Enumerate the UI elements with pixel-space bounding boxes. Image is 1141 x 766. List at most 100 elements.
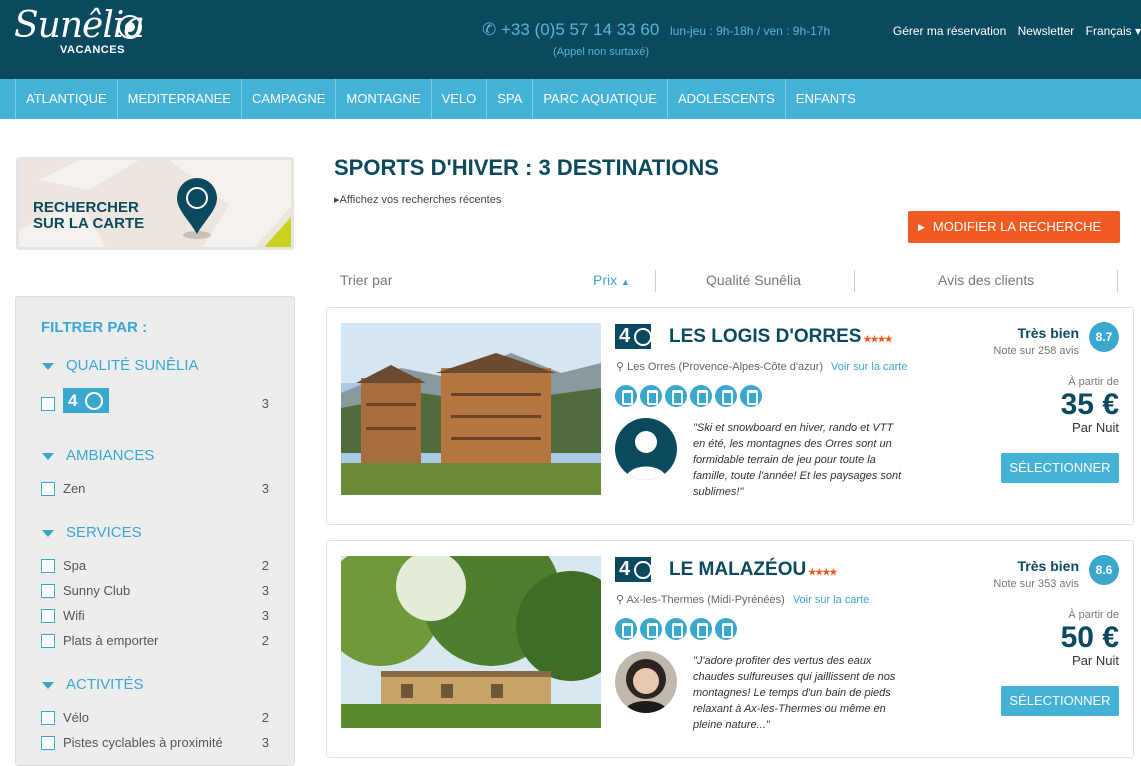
nav-item-montagne[interactable]: MONTAGNE [336,79,432,119]
result-card: 4 LES LOGIS D'ORRES ★★★★ ⚲ Les Orres (Pro… [326,307,1134,525]
checkbox[interactable] [41,559,55,573]
sort-divider [1117,270,1118,292]
nav-item-mediterranee[interactable]: MEDITERRANEE [118,79,242,119]
resort-photo[interactable] [341,323,601,495]
filter-section-qualite[interactable]: QUALITÉ SUNÊLIA [42,357,199,374]
sort-quality[interactable]: Qualité Sunêlia [706,272,801,288]
ski-icon [715,618,737,640]
nav-item-spa[interactable]: SPA [487,79,534,119]
checkbox[interactable] [41,736,55,750]
checkbox[interactable] [41,634,55,648]
checkbox[interactable] [41,711,55,725]
filter-item-grade-4[interactable]: 4 3 [41,388,269,414]
walking-icon [690,618,712,640]
select-button[interactable]: SÉLECTIONNER [1001,453,1119,483]
filter-item-plats[interactable]: Plats à emporter 2 [41,633,269,651]
recent-searches-link[interactable]: Affichez vos recherches récentes [334,193,502,206]
filter-section-services[interactable]: SERVICES [42,524,142,541]
filter-count: 2 [261,558,269,573]
grade-badge: 4 [615,557,652,582]
filter-item-velo[interactable]: Vélo 2 [41,710,269,728]
nav-item-parc-aquatique[interactable]: PARC AQUATIQUE [533,79,668,119]
checkbox[interactable] [41,397,55,411]
family-icon [690,385,712,407]
nav-item-velo[interactable]: VELO [432,79,488,119]
hiking-icon [615,618,637,640]
resort-name[interactable]: LE MALAZÉOU ★★★★ [669,559,838,581]
hiking-icon [615,385,637,407]
filter-item-zen[interactable]: Zen 3 [41,481,269,499]
filter-count: 3 [261,396,269,411]
sort-bar: Trier par Prix ▲ Qualité Sunêlia Avis de… [334,270,1121,292]
phone-icon: ✆ [482,20,497,39]
spa-icon [640,618,662,640]
resort-name[interactable]: LES LOGIS D'ORRES ★★★★ [669,326,893,348]
rating-count: Note sur 258 avis [993,345,1079,357]
filter-item-pistes[interactable]: Pistes cyclables à proximité 3 [41,735,269,753]
nav-item-adolescents[interactable]: ADOLESCENTS [668,79,786,119]
checkbox[interactable] [41,584,55,598]
map-link[interactable]: Voir sur la carte [793,594,869,606]
map-search-card[interactable]: RECHERCHER SUR LA CARTE [16,157,294,250]
filter-section-ambiances[interactable]: AMBIANCES [42,447,154,464]
filter-count: 3 [261,608,269,623]
resort-name-text: LES LOGIS D'ORRES [669,326,862,347]
resort-photo[interactable] [341,556,601,728]
testimonial-quote: "Ski et snowboard en hiver, rando et VTT… [693,422,902,498]
logo-badge-icon [118,15,142,39]
pin-icon: ⚲ [616,361,625,373]
filter-label: Zen [63,481,86,496]
filter-item-spa[interactable]: Spa 2 [41,558,269,576]
sort-divider [854,270,855,292]
sunelia-logo[interactable]: Sunêlia VACANCES [14,6,145,57]
filter-section-activites[interactable]: ACTIVITÉS [42,676,144,693]
walking-icon [715,385,737,407]
language-select[interactable]: Français [1086,24,1141,38]
avatar [615,651,677,713]
filter-panel: FILTRER PAR : QUALITÉ SUNÊLIA 4 3 AMBIAN… [15,296,295,766]
testimonial-quote: "J'adore profiter des vertus des eaux ch… [693,655,896,731]
checkbox[interactable] [41,609,55,623]
price-from-label: À partir de [1068,376,1119,388]
phone-note: (Appel non surtaxé) [553,46,649,58]
filter-label: Sunny Club [63,583,131,598]
checkbox[interactable] [41,482,55,496]
opening-hours: lun-jeu : 9h-18h / ven : 9h-17h [670,24,831,38]
resort-location: ⚲ Les Orres (Provence-Alpes-Côte d'azur)… [616,360,907,373]
modify-search-button[interactable]: MODIFIER LA RECHERCHE [908,211,1120,243]
nav-item-enfants[interactable]: ENFANTS [786,79,866,119]
nav-item-atlantique[interactable]: ATLANTIQUE [15,79,118,119]
newsletter-link[interactable]: Newsletter [1018,24,1075,38]
activity-icons [615,618,740,640]
sort-price-label: Prix [593,272,618,288]
rating-count: Note sur 353 avis [993,578,1079,590]
map-label-line2: SUR LA CARTE [33,215,145,232]
sort-asc-icon: ▲ [621,277,630,287]
price-unit: Par Nuit [1072,420,1119,435]
sort-reviews[interactable]: Avis des clients [938,272,1034,288]
activity-icons [615,385,765,407]
score-badge: 8.6 [1089,555,1119,585]
bike-icon [640,385,662,407]
filter-count: 3 [261,583,269,598]
phone-number[interactable]: +33 (0)5 57 14 33 60 [501,20,659,39]
filter-label: Spa [63,558,87,573]
result-card: 4 LE MALAZÉOU ★★★★ ⚲ Ax-les-Thermes (Midi… [326,540,1134,758]
grade-badge: 4 [63,388,109,413]
nav-item-campagne[interactable]: CAMPAGNE [242,79,337,119]
location-text: Ax-les-Thermes (Midi-Pyrénées) [626,594,785,606]
manage-booking-link[interactable]: Gérer ma réservation [893,24,1006,38]
filter-title: FILTRER PAR : [41,319,148,336]
page-title: SPORTS D'HIVER : 3 DESTINATIONS [334,155,719,180]
map-link[interactable]: Voir sur la carte [831,361,907,373]
sort-price[interactable]: Prix ▲ [593,272,630,288]
select-button[interactable]: SÉLECTIONNER [1001,686,1119,716]
family-icon [665,618,687,640]
filter-item-sunny-club[interactable]: Sunny Club 3 [41,583,269,601]
rating-label: Très bien [1017,325,1079,341]
filter-item-wifi[interactable]: Wifi 3 [41,608,269,626]
resort-name-text: LE MALAZÉOU [669,559,807,580]
price-unit: Par Nuit [1072,653,1119,668]
main-nav: ATLANTIQUE MEDITERRANEE CAMPAGNE MONTAGN… [0,79,1141,119]
phone-contact: ✆ +33 (0)5 57 14 33 60 lun-jeu : 9h-18h … [482,20,830,40]
